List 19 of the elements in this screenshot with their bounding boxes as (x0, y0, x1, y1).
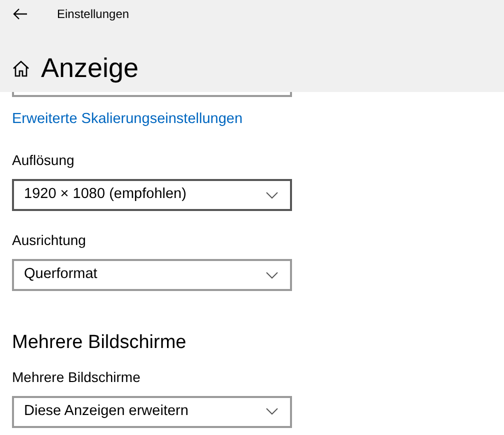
page-title: Anzeige (41, 52, 139, 84)
dropdown-field[interactable] (12, 92, 292, 97)
dropdown-value: Diese Anzeigen erweitern (24, 402, 188, 421)
dropdown[interactable]: Querformat (12, 259, 292, 291)
field-label: Auflösung (12, 151, 74, 170)
section-heading: Mehrere Bildschirme (12, 331, 186, 355)
chevron-icon (266, 408, 278, 415)
dropdown-value: 1920 × 1080 (empfohlen) (24, 185, 186, 204)
chevron-icon (266, 192, 278, 198)
dropdown-value: Querformat (24, 265, 98, 284)
field-label: Ausrichtung (12, 231, 86, 250)
chevron-icon (266, 272, 278, 278)
home-icon[interactable] (12, 60, 30, 76)
dropdown[interactable]: 1920 × 1080 (empfohlen) (12, 179, 292, 211)
settings-link[interactable]: Erweiterte Skalierungseinstellungen (12, 109, 243, 131)
field-label: Mehrere Bildschirme (12, 368, 140, 386)
window-title: Einstellungen (57, 6, 130, 23)
back-button[interactable] (12, 6, 28, 22)
dropdown[interactable]: Diese Anzeigen erweitern (12, 396, 292, 428)
